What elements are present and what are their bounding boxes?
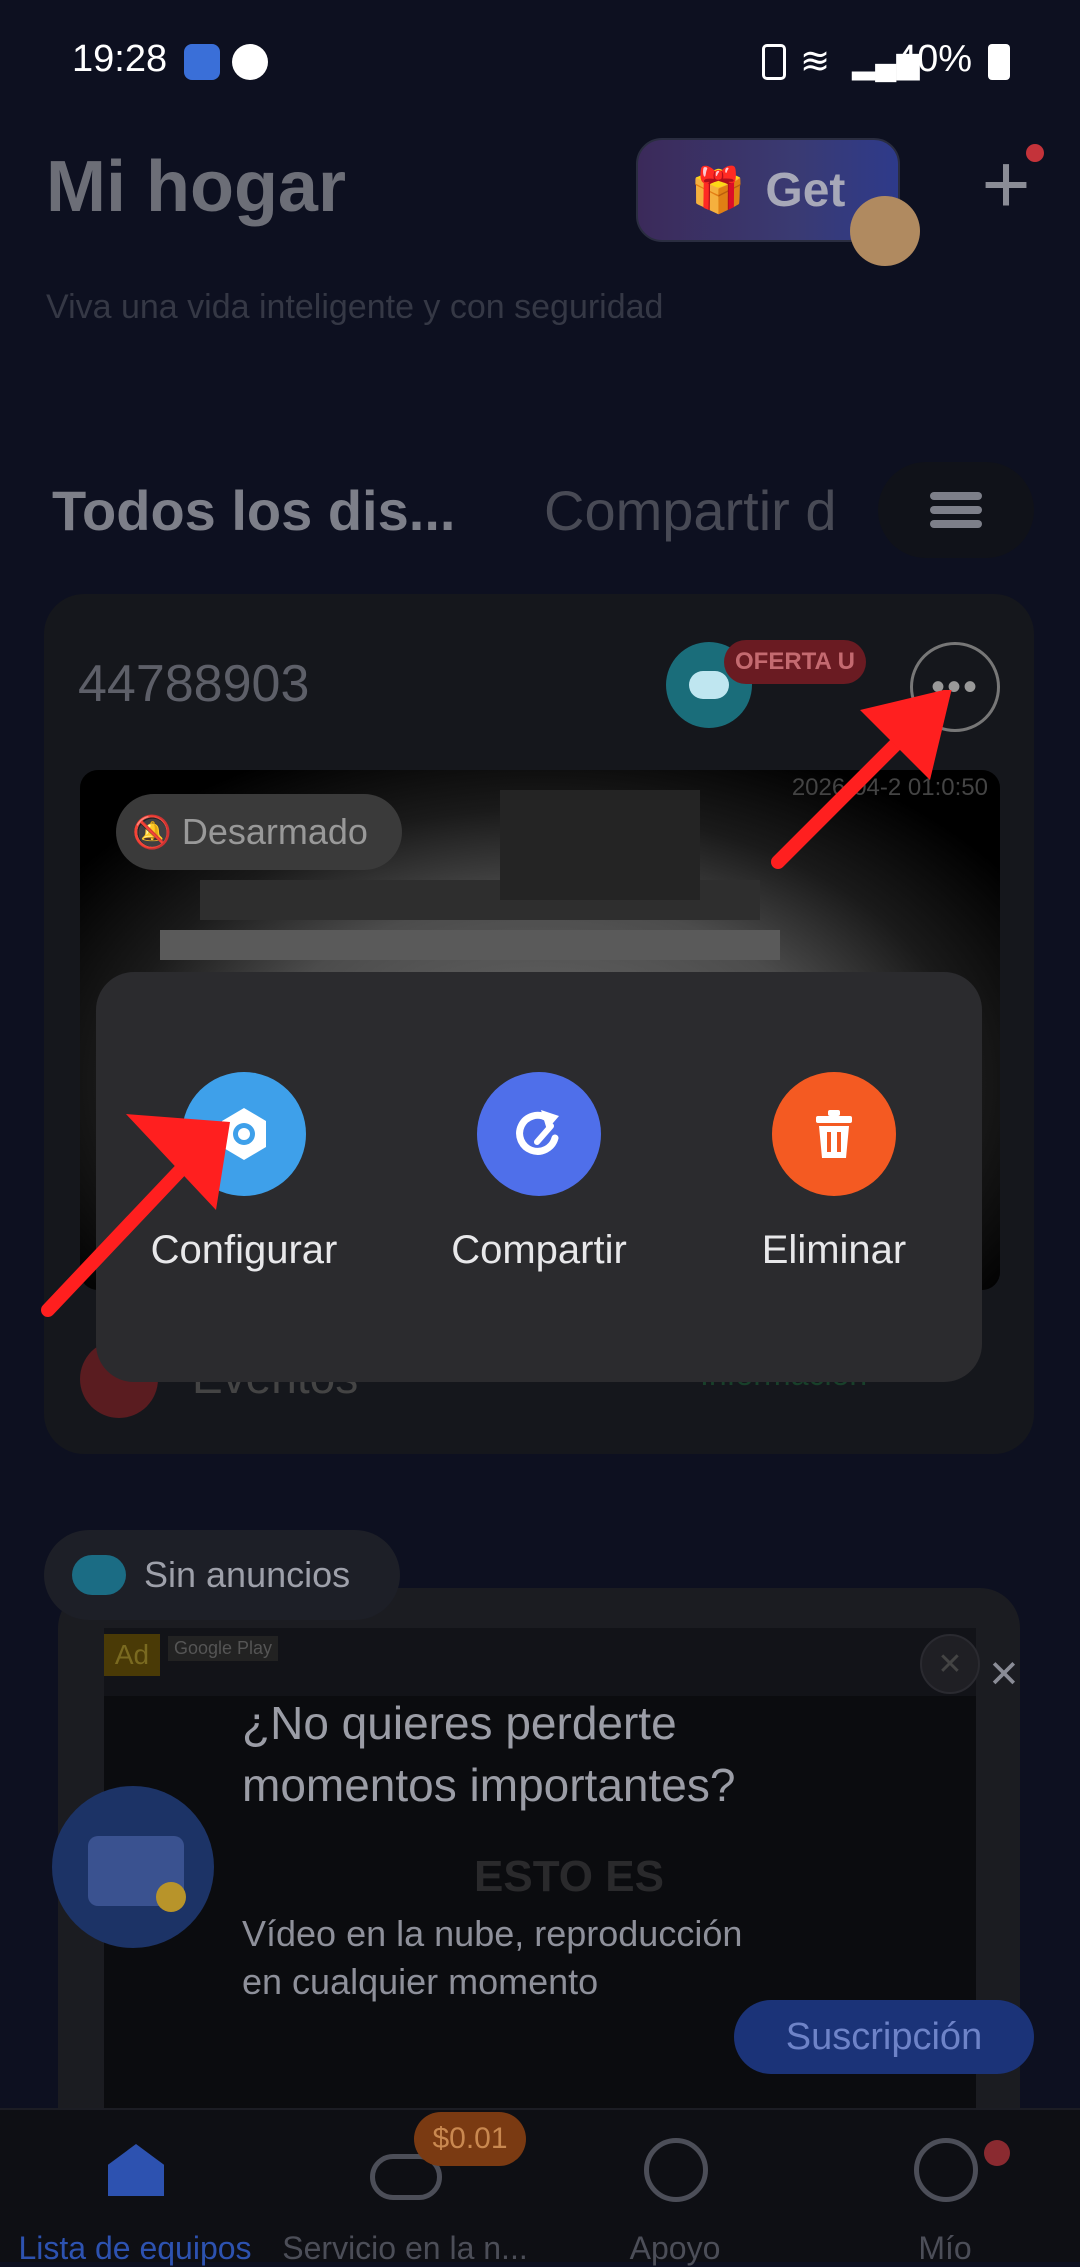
ad-store-label: Google Play — [168, 1636, 279, 1661]
status-bar: 19:28 ≋ ▂▄▆ 40% — [0, 0, 1080, 120]
trash-icon — [772, 1072, 896, 1196]
status-time: 19:28 — [72, 38, 168, 80]
no-ads-chip[interactable]: Sin anuncios — [44, 1530, 400, 1620]
offer-badge: OFERTA U — [724, 640, 866, 684]
more-dots-icon: ••• — [930, 664, 979, 709]
subscription-button[interactable]: Suscripción — [734, 2000, 1034, 2074]
more-options-button[interactable]: ••• — [910, 642, 1000, 732]
home-icon — [108, 2144, 164, 2196]
close-icon: ✕ — [937, 1647, 963, 1681]
share-action[interactable]: Compartir — [409, 1072, 669, 1273]
cloud-video-icon — [52, 1786, 214, 1948]
tab-shared-devices[interactable]: Compartir d — [544, 478, 874, 543]
share-label: Compartir — [451, 1228, 627, 1272]
device-options-popup: Configurar Compartir Eliminar — [96, 972, 982, 1382]
cloud-upload-icon — [72, 1555, 126, 1595]
page-subtitle: Viva una vida inteligente y con segurida… — [46, 288, 664, 326]
battery-level: 40% — [896, 38, 973, 80]
battery-icon — [988, 44, 1010, 80]
hamburger-icon — [930, 486, 982, 534]
smiley-icon — [914, 2138, 978, 2202]
disarmed-status-chip[interactable]: 🔕 Desarmado — [116, 794, 402, 870]
ad-tag: Ad — [104, 1634, 160, 1676]
device-id: 44788903 — [78, 655, 310, 713]
nav-mine-label: Mío — [918, 2230, 972, 2266]
compass-icon — [644, 2138, 708, 2202]
ad-body: Vídeo en la nube, reproducción en cualqu… — [242, 1913, 743, 2002]
list-menu-button[interactable] — [878, 462, 1034, 558]
ad-headline: ¿No quieres perderte momentos importante… — [242, 1697, 736, 1811]
app-notification-icon — [184, 44, 220, 80]
tab-all-devices[interactable]: Todos los dis... — [52, 478, 455, 543]
get-label: Get — [765, 163, 846, 217]
phone-icon — [762, 44, 786, 80]
bottom-nav: Lista de equipos Servicio en la n... Apo… — [0, 2108, 1080, 2266]
nav-support[interactable]: Apoyo — [540, 2110, 810, 2266]
ad-watermark: ESTO ES — [474, 1852, 664, 1901]
gear-icon — [182, 1072, 306, 1196]
ad-dismiss-icon[interactable]: ✕ — [988, 1652, 1020, 1697]
configure-label: Configurar — [150, 1228, 338, 1272]
wifi-icon: ≋ — [800, 40, 831, 81]
price-badge: $0.01 — [414, 2112, 526, 2166]
gift-icon: 🎁 — [690, 166, 746, 215]
page-title: Mi hogar — [46, 147, 346, 227]
ad-close-button[interactable]: ✕ — [920, 1634, 980, 1694]
configure-action[interactable]: Configurar — [114, 1072, 374, 1273]
notification-dot — [984, 2140, 1010, 2166]
delete-label: Eliminar — [761, 1228, 907, 1272]
nav-support-label: Apoyo — [629, 2230, 721, 2266]
dnd-icon — [232, 44, 268, 80]
nav-cloud-service-label: Servicio en la n... — [282, 2230, 528, 2266]
disarmed-label: Desarmado — [181, 811, 368, 852]
no-ads-label: Sin anuncios — [144, 1554, 351, 1595]
camera-timestamp: 2026-04-2 01:0:50 — [791, 774, 988, 801]
nav-mine[interactable]: Mío — [810, 2110, 1080, 2266]
cloud-icon — [689, 671, 729, 699]
bell-off-icon: 🔕 — [132, 814, 172, 850]
notification-dot — [1026, 144, 1044, 162]
pointer-hand-icon — [850, 196, 920, 266]
nav-device-list-label: Lista de equipos — [18, 2230, 252, 2266]
delete-action[interactable]: Eliminar — [704, 1072, 964, 1273]
share-icon — [477, 1072, 601, 1196]
nav-device-list[interactable]: Lista de equipos — [0, 2110, 270, 2266]
